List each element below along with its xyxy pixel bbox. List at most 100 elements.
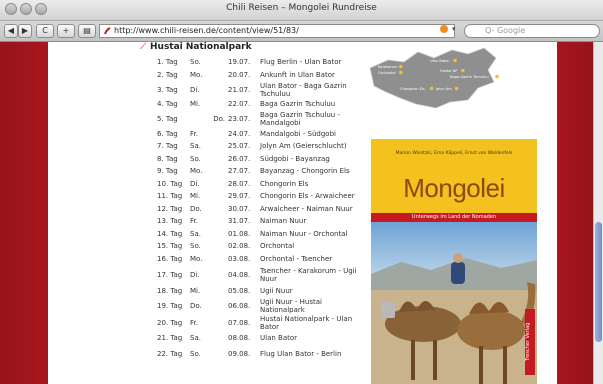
itinerary-date: 25.07. [228, 142, 251, 151]
map-marker [429, 86, 434, 91]
itinerary-weekday: Mo. [190, 167, 203, 176]
rss-dropdown-icon[interactable]: ▾ [452, 25, 456, 33]
print-button[interactable]: ▤ [78, 24, 96, 38]
itinerary-weekday: Sa. [190, 333, 201, 342]
itinerary-weekday: Di. [190, 179, 200, 188]
book-publisher: Trescher Verlag [525, 309, 535, 375]
book-authors: Marion Wisotzki, Erna Käppeli, Ernst von… [395, 151, 513, 156]
rss-icon[interactable] [440, 25, 448, 33]
itinerary-row: 18. Tag Mi. 05.08. Ugii Nuur [157, 285, 368, 298]
itinerary-weekday: Fr. [190, 217, 198, 226]
map-label: Jolyn Am [435, 87, 452, 91]
itinerary-row: 15. Tag So. 02.08. Orchontal [157, 240, 368, 253]
itinerary-row: 14. Tag Sa. 01.08. Naiman Nuur - Orchontal [157, 228, 368, 241]
search-field[interactable]: Q- Google [464, 24, 600, 38]
print-icon: ▤ [83, 26, 91, 35]
itinerary-weekday: Do. [190, 301, 202, 310]
itinerary-tag: 5. Tag [157, 115, 178, 123]
itinerary-weekday: Do. [213, 115, 225, 123]
itinerary-date: 23.07. [228, 115, 251, 123]
itinerary-tag: 15. Tag [157, 242, 183, 251]
forward-icon: ▶ [21, 26, 29, 35]
vertical-scrollbar[interactable] [593, 42, 603, 384]
itinerary-date: 07.08. [228, 318, 251, 327]
itinerary-date: 21.07. [228, 85, 251, 94]
itinerary-row: 8. Tag So. 26.07. Südgobi - Bayanzag [157, 153, 368, 166]
book-title: Mongolei [403, 173, 505, 203]
itinerary-row: 3. Tag Di. 21.07. Ulan Bator - Baga Gazrin … [157, 81, 368, 98]
itinerary-weekday: Fr. [190, 318, 198, 327]
itinerary-tag: 2. Tag [157, 70, 178, 79]
itinerary-date: 02.08. [228, 242, 251, 251]
right-sidebar [557, 42, 593, 384]
itinerary-row: 10. Tag Di. 28.07. Chongorin Els [157, 178, 368, 191]
reload-button[interactable]: C [36, 24, 54, 38]
itinerary-route: Naiman Nuur - Orchontal [260, 229, 348, 238]
site-favicon-icon [104, 27, 111, 35]
itinerary-row: 5. Tag Do. 23.07. Baga Gazrin Tschuluu - Ma… [157, 111, 368, 128]
itinerary-row: 1. Tag So. 19.07. Flug Berlin - Ulan Bator [157, 56, 368, 69]
back-button[interactable]: ◀ [4, 24, 18, 38]
itinerary-weekday: Mo. [190, 254, 203, 263]
itinerary-date: 04.08. [228, 271, 251, 279]
itinerary-row: 16. Tag Mo. 03.08. Orchontal - Tsencher [157, 253, 368, 266]
itinerary-route: Naiman Nuur [260, 217, 307, 226]
itinerary-tag: 17. Tag [157, 271, 183, 279]
itinerary-route: Ankunft in Ulan Bator [260, 70, 335, 79]
itinerary-tag: 9. Tag [157, 167, 178, 176]
book-cover[interactable]: Marion Wisotzki, Erna Käppeli, Ernst von… [371, 139, 537, 384]
itinerary-weekday: So. [190, 350, 201, 358]
camel-photo [371, 222, 537, 384]
itinerary-date: 06.08. [228, 301, 251, 310]
itinerary-row: 20. Tag Fr. 07.08. Hustai Nationalpark - Ul… [157, 314, 368, 332]
map-marker [495, 74, 499, 79]
map-label: Hustai NP [440, 69, 458, 73]
itinerary-row: 6. Tag Fr. 24.07. Mandalgobi - Südgobi [157, 128, 368, 141]
itinerary-tag: 21. Tag [157, 333, 183, 342]
book-subtitle: Unterwegs im Land der Nomaden [371, 213, 537, 222]
itinerary-route: Baga Gazrin Tschuluu [260, 100, 336, 109]
mongolia-map: Karakorum Orchontal Ulan Bator Hustai NP Bag… [369, 47, 499, 109]
itinerary-row: 4. Tag Mi. 22.07. Baga Gazrin Tschuluu [157, 98, 368, 111]
map-label: Ulan Bator [430, 59, 450, 63]
itinerary-route: Baga Gazrin Tschuluu - Mandalgobi [260, 111, 340, 127]
itinerary-route: Arwaicheer - Naiman Nuur [260, 204, 353, 213]
map-label: Chongorin Els [400, 87, 425, 91]
address-bar[interactable]: http://www.chili-reisen.de/content/view/… [99, 24, 455, 38]
itinerary-tag: 22. Tag [157, 350, 183, 358]
search-placeholder: Q- Google [485, 26, 526, 35]
itinerary-tag: 6. Tag [157, 129, 178, 138]
itinerary-tag: 14. Tag [157, 229, 183, 238]
itinerary-weekday: So. [190, 242, 201, 251]
itinerary-row: 17. Tag Di. 04.08. Tsencher - Karakorum - U… [157, 265, 368, 285]
map-marker [454, 86, 459, 91]
itinerary-tag: 19. Tag [157, 301, 183, 310]
map-marker [453, 58, 457, 63]
back-icon: ◀ [7, 26, 15, 35]
section-heading: Hustai Nationalpark [150, 42, 252, 52]
reload-icon: C [42, 26, 48, 35]
itinerary-date: 03.08. [228, 254, 251, 263]
itinerary-route: Orchontal - Tsencher [260, 254, 333, 263]
scrollbar-thumb[interactable] [595, 222, 602, 342]
map-marker [399, 70, 403, 75]
itinerary-weekday: Mi. [190, 100, 201, 109]
itinerary-date: 20.07. [228, 70, 251, 79]
itinerary-row: 2. Tag Mo. 20.07. Ankunft in Ulan Bator [157, 69, 368, 82]
forward-button[interactable]: ▶ [18, 24, 32, 38]
itinerary-route: Hustai Nationalpark - Ulan Bator [260, 314, 353, 331]
itinerary-tag: 16. Tag [157, 254, 183, 263]
browser-window: Chili Reisen – Mongolei Rundreise ◀ ▶ C … [0, 0, 603, 384]
itinerary-weekday: Mi. [190, 192, 201, 201]
add-bookmark-button[interactable]: + [57, 24, 75, 38]
itinerary-tag: 1. Tag [157, 58, 178, 67]
chili-icon: ⟋ [140, 42, 147, 52]
itinerary-tag: 20. Tag [157, 318, 183, 327]
itinerary-tag: 11. Tag [157, 192, 183, 201]
itinerary-row: 21. Tag Sa. 08.08. Ulan Bator [157, 332, 368, 345]
map-marker [399, 64, 403, 69]
itinerary-route: Jolyn Am (Geierschlucht) [260, 142, 347, 151]
itinerary-weekday: Mi. [190, 287, 201, 296]
itinerary-weekday: Mo. [190, 70, 203, 79]
itinerary-tag: 13. Tag [157, 217, 183, 226]
